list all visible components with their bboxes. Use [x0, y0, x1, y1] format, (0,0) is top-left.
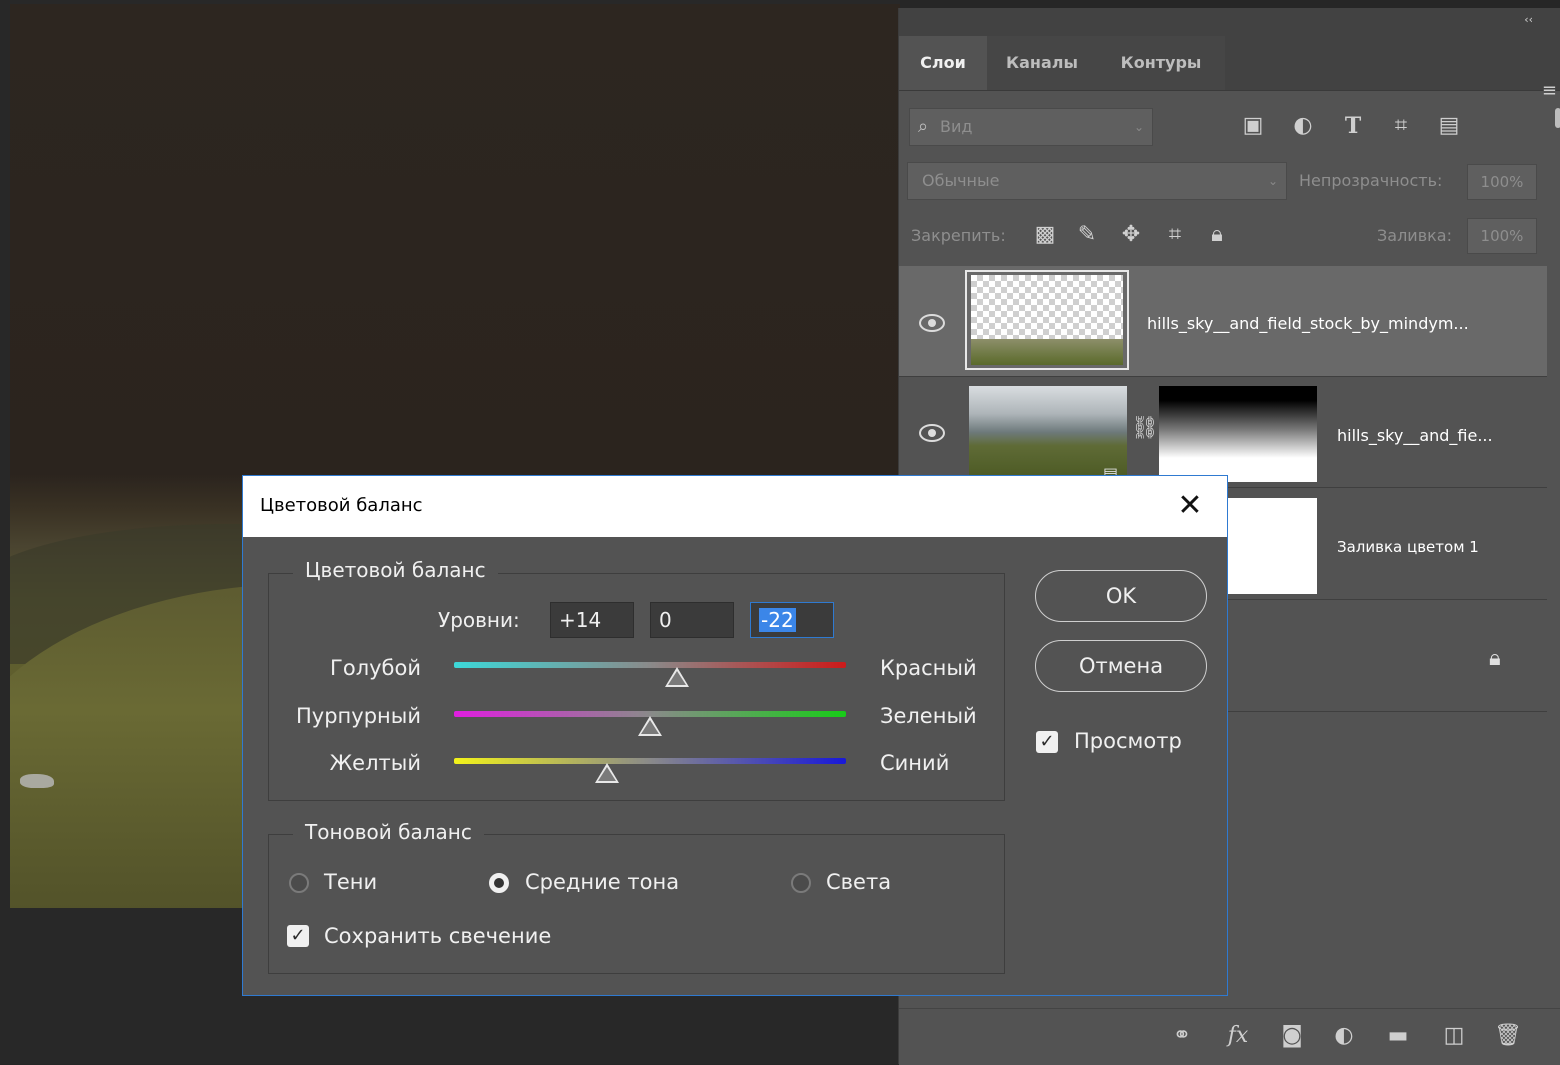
type-filter-icon[interactable]: T: [1339, 112, 1367, 140]
chain-link-icon[interactable]: ⛓: [1131, 416, 1159, 441]
levels-label: Уровни:: [438, 608, 520, 632]
close-icon[interactable]: ✕: [1173, 486, 1207, 526]
panel-header-bar: ‹‹: [899, 8, 1560, 36]
layer-name[interactable]: hills_sky__and_fie...: [1337, 426, 1493, 445]
preview-checkbox[interactable]: ✓: [1036, 731, 1058, 753]
lock-icon: 🔒︎: [1489, 646, 1501, 671]
color-balance-group-title: Цветовой баланс: [293, 558, 498, 582]
ok-button[interactable]: OK: [1035, 570, 1207, 622]
tone-balance-group: [268, 834, 1005, 974]
lock-label: Закрепить:: [911, 226, 1006, 245]
lock-position-icon[interactable]: ✥: [1117, 220, 1145, 250]
fx-icon[interactable]: fx: [1223, 1021, 1253, 1051]
shape-filter-icon[interactable]: ⌗: [1387, 112, 1415, 140]
level-magenta-green-input[interactable]: 0: [650, 602, 734, 638]
dialog-titlebar[interactable]: Цветовой баланс ✕: [243, 476, 1227, 537]
link-layers-icon[interactable]: ⚭: [1167, 1021, 1197, 1051]
highlights-label[interactable]: Света: [826, 870, 891, 894]
panel-footer: ⚭ fx ◙ ◐ ▬ ◫ 🗑︎: [899, 1008, 1560, 1065]
layer-name[interactable]: Заливка цветом 1: [1337, 538, 1479, 556]
add-mask-icon[interactable]: ◙: [1277, 1021, 1307, 1051]
radio-highlights[interactable]: [791, 873, 811, 893]
shadows-label[interactable]: Тени: [324, 870, 377, 894]
red-label: Красный: [880, 656, 977, 680]
preserve-luminosity-label[interactable]: Сохранить свечение: [324, 924, 551, 948]
lock-transparent-icon[interactable]: ▩: [1031, 220, 1059, 250]
chevron-down-icon: ⌄: [1133, 120, 1144, 134]
new-group-icon[interactable]: ▬: [1383, 1021, 1413, 1051]
lock-image-icon[interactable]: ✎: [1073, 220, 1101, 250]
panel-menu-icon[interactable]: ≡: [1542, 80, 1557, 101]
color-balance-dialog: Цветовой баланс ✕ Цветовой баланс Уровни…: [242, 475, 1228, 996]
magenta-label: Пурпурный: [296, 704, 421, 728]
new-adjustment-layer-icon[interactable]: ◐: [1329, 1021, 1359, 1051]
level-yellow-blue-input[interactable]: -22: [750, 602, 834, 638]
cyan-red-slider-track[interactable]: [454, 662, 846, 668]
lock-all-icon[interactable]: 🔒︎: [1203, 220, 1231, 250]
lock-artboard-icon[interactable]: ⌗: [1161, 220, 1189, 250]
panel-tabs: Слои Каналы Контуры ≡: [899, 36, 1560, 101]
dialog-title: Цветовой баланс: [260, 495, 423, 516]
tab-layers[interactable]: Слои: [899, 36, 987, 90]
eye-icon[interactable]: [919, 424, 945, 442]
layer-thumbnail[interactable]: [965, 270, 1129, 370]
yellow-label: Желтый: [329, 751, 421, 775]
tab-paths[interactable]: Контуры: [1097, 36, 1225, 90]
cyan-label: Голубой: [330, 656, 421, 680]
midtones-label[interactable]: Средние тона: [525, 870, 679, 894]
opacity-label: Непрозрачность:: [1299, 171, 1443, 190]
radio-midtones[interactable]: [489, 873, 509, 893]
level-cyan-red-input[interactable]: +14: [550, 602, 634, 638]
preview-label[interactable]: Просмотр: [1074, 729, 1182, 753]
stone-shape: [20, 774, 54, 788]
preserve-luminosity-checkbox[interactable]: ✓: [287, 925, 309, 947]
new-layer-icon[interactable]: ◫: [1439, 1021, 1469, 1051]
chevron-down-icon: ⌄: [1267, 174, 1278, 188]
blue-label: Синий: [880, 751, 950, 775]
collapse-panel-icon[interactable]: ‹‹: [1524, 13, 1533, 26]
blend-mode-select[interactable]: Обычные ⌄: [907, 162, 1287, 200]
selected-text: -22: [759, 608, 796, 632]
eye-icon[interactable]: [919, 314, 945, 332]
delete-layer-icon[interactable]: 🗑︎: [1493, 1021, 1523, 1051]
fill-field[interactable]: 100%: [1467, 218, 1537, 254]
radio-shadows[interactable]: [289, 873, 309, 893]
layer-name[interactable]: hills_sky__and_field_stock_by_mindym...: [1147, 314, 1469, 333]
smart-object-filter-icon[interactable]: ▤: [1435, 112, 1463, 140]
tab-channels[interactable]: Каналы: [987, 36, 1097, 90]
opacity-field[interactable]: 100%: [1467, 164, 1537, 200]
green-label: Зеленый: [880, 704, 977, 728]
layer-filter-label: Вид: [940, 117, 973, 136]
thumbnail-grass: [971, 339, 1123, 365]
blend-mode-value: Обычные: [922, 171, 1000, 190]
tone-balance-group-title: Тоновой баланс: [293, 820, 484, 844]
adjustment-filter-icon[interactable]: ◐: [1289, 112, 1317, 140]
transparency-checker: [971, 275, 1123, 365]
image-filter-icon[interactable]: ▣: [1239, 112, 1267, 140]
search-icon: ⌕: [918, 116, 929, 137]
yellow-blue-slider-track[interactable]: [454, 758, 846, 764]
fill-label: Заливка:: [1377, 226, 1452, 245]
cancel-button[interactable]: Отмена: [1035, 640, 1207, 692]
layer-mask-thumbnail[interactable]: [1159, 386, 1317, 482]
scrollbar-thumb[interactable]: [1555, 108, 1560, 128]
layer-filter-select[interactable]: ⌕ Вид ⌄: [909, 108, 1153, 146]
